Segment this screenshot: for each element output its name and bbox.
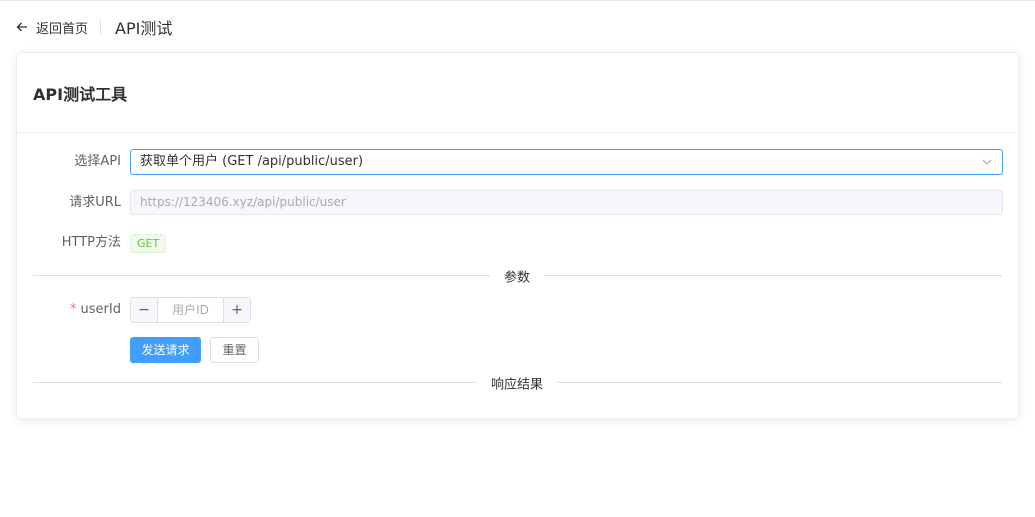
card-header: API测试工具 xyxy=(17,53,1018,133)
userid-input[interactable] xyxy=(158,298,223,322)
top-border xyxy=(0,0,1035,1)
request-url-field: https://123406.xyz/api/public/user xyxy=(130,190,1003,215)
card-title: API测试工具 xyxy=(33,84,128,104)
page-title: API测试 xyxy=(115,19,173,38)
api-test-card: API测试工具 选择API 获取单个用户 (GET /api/public/us… xyxy=(16,52,1019,419)
decrement-button[interactable]: − xyxy=(131,298,158,322)
userid-stepper[interactable]: − + xyxy=(130,297,251,323)
api-select[interactable]: 获取单个用户 (GET /api/public/user) xyxy=(130,149,1003,175)
userid-label: * userId xyxy=(17,297,121,323)
arrow-left-icon xyxy=(16,22,27,32)
api-select-value: 获取单个用户 (GET /api/public/user) xyxy=(140,154,364,169)
chevron-down-icon xyxy=(982,159,992,165)
increment-button[interactable]: + xyxy=(223,298,250,322)
page-header: 返回首页 API测试 xyxy=(16,14,172,40)
reset-button[interactable]: 重置 xyxy=(210,337,259,363)
header-divider xyxy=(100,19,102,35)
params-section-title: 参数 xyxy=(489,266,545,286)
http-method-label: HTTP方法 xyxy=(61,235,121,250)
request-url-label: 请求URL xyxy=(69,195,121,210)
http-method-tag: GET xyxy=(130,234,167,253)
back-to-home-link[interactable]: 返回首页 xyxy=(16,18,88,37)
api-select-label: 选择API xyxy=(74,154,121,169)
required-mark: * xyxy=(70,302,77,317)
response-section-title: 响应结果 xyxy=(476,373,558,393)
back-label: 返回首页 xyxy=(36,21,89,37)
send-request-button[interactable]: 发送请求 xyxy=(130,337,201,363)
userid-label-text: userId xyxy=(80,302,121,317)
